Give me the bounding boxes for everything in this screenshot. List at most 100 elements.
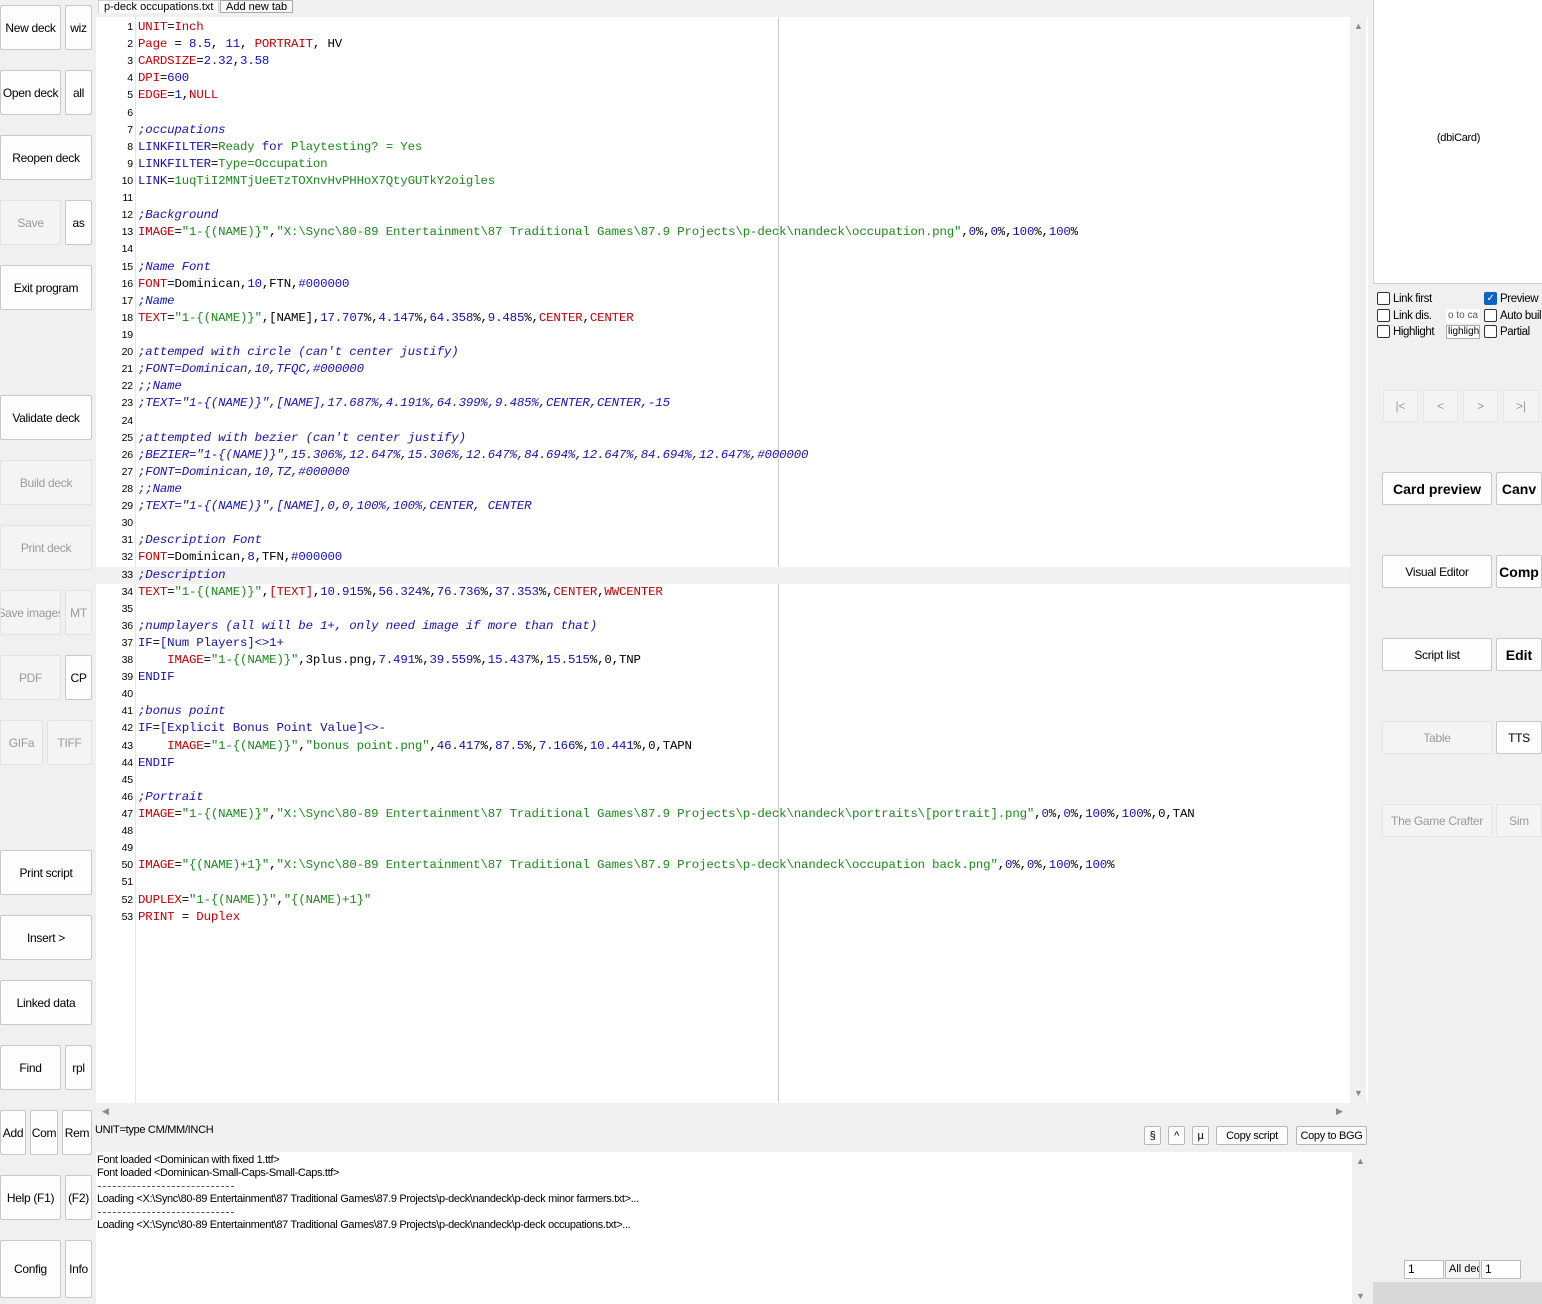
code-line[interactable]: 22 ;;Name [96,378,1350,395]
editor-horizontal-scrollbar[interactable]: ◀ ▶ [96,1103,1350,1119]
code-line[interactable]: 46 ;Portrait [96,789,1350,806]
preview-checkbox[interactable]: ✓ Preview [1484,292,1542,305]
code-line[interactable]: 53 PRINT = Duplex [96,909,1350,926]
print-deck-button[interactable]: Print deck [0,525,92,570]
validate-deck-button[interactable]: Validate deck [0,395,92,440]
code-line[interactable]: 34 TEXT="1-{(NAME)}",[TEXT],10.915%,56.32… [96,584,1350,601]
code-line[interactable]: 40 [96,686,1350,703]
scroll-up-icon[interactable]: ▲ [1356,1156,1365,1166]
scroll-up-icon[interactable]: ▲ [1354,21,1363,31]
code-line[interactable]: 31 ;Description Font [96,532,1350,549]
checkbox-icon[interactable] [1484,309,1497,322]
caret-button[interactable]: ^ [1168,1126,1185,1145]
tts-button[interactable]: TTS [1496,721,1542,754]
script-list-button[interactable]: Script list [1382,638,1492,671]
visual-editor-button[interactable]: Visual Editor [1382,555,1492,588]
save-images-button[interactable]: Save images [0,590,61,635]
build-deck-button[interactable]: Build deck [0,460,92,505]
config-button[interactable]: Config [0,1240,61,1298]
code-line[interactable]: 47 IMAGE="1-{(NAME)}","X:\Sync\80-89 Ente… [96,806,1350,823]
mt-button[interactable]: MT [65,590,92,635]
sim-button[interactable]: Sim [1496,804,1542,837]
code-line[interactable]: 41 ;bonus point [96,703,1350,720]
link-dis-checkbox[interactable]: Link dis. [1377,309,1443,322]
tiff-button[interactable]: TIFF [47,720,92,765]
code-line[interactable]: 29 ;TEXT="1-{(NAME)}",[NAME],0,0,100%,100… [96,498,1350,515]
open-deck-button[interactable]: Open deck [0,70,61,115]
reopen-deck-button[interactable]: Reopen deck [0,135,92,180]
first-card-button[interactable]: |< [1383,390,1418,422]
card-preview-button[interactable]: Card preview [1382,472,1492,505]
code-line[interactable]: 45 [96,772,1350,789]
exit-program-button[interactable]: Exit program [0,265,92,310]
edit-button[interactable]: Edit [1496,638,1542,671]
code-line[interactable]: 9 LINKFILTER=Type=Occupation [96,156,1350,173]
add-new-tab-button[interactable]: Add new tab [220,0,294,13]
replace-button[interactable]: rpl [65,1045,92,1090]
tab-occupations[interactable]: p-deck occupations.txt [98,0,220,13]
checkbox-icon[interactable] [1484,325,1497,338]
code-line[interactable]: 12 ;Background [96,207,1350,224]
print-script-button[interactable]: Print script [0,850,92,895]
auto-build-checkbox[interactable]: Auto buil [1484,309,1542,322]
editor-vertical-scrollbar[interactable]: ▲ ▼ [1350,17,1366,1103]
code-line[interactable]: 51 [96,874,1350,891]
code-line[interactable]: 26 ;BEZIER="1-{(NAME)}",15.306%,12.647%,1… [96,447,1350,464]
open-all-button[interactable]: all [65,70,92,115]
code-line[interactable]: 35 [96,601,1350,618]
partial-checkbox[interactable]: Partial [1484,325,1542,338]
prev-card-button[interactable]: < [1423,390,1458,422]
copy-to-bgg-button[interactable]: Copy to BGG [1296,1126,1367,1145]
code-line[interactable]: 2 Page = 8.5, 11, PORTRAIT, HV [96,36,1350,53]
code-line[interactable]: 1 UNIT=Inch [96,19,1350,36]
checkbox-icon[interactable]: ✓ [1484,292,1497,305]
all-decks-button[interactable]: All deck [1445,1260,1480,1279]
pdf-button[interactable]: PDF [0,655,61,700]
code-line[interactable]: 7 ;occupations [96,122,1350,139]
code-line[interactable]: 10 LINK=1uqTiI2MNTjUeETzTOXnvHvPHHoX7QtyG… [96,173,1350,190]
code-line[interactable]: 37 IF=[Num Players]<>1+ [96,635,1350,652]
comment-button[interactable]: Com [30,1110,58,1155]
code-line[interactable]: 8 LINKFILTER=Ready for Playtesting? = Yes [96,139,1350,156]
code-line[interactable]: 23 ;TEXT="1-{(NAME)}",[NAME],17.687%,4.19… [96,395,1350,412]
save-button[interactable]: Save [0,200,61,245]
help-button[interactable]: Help (F1) [0,1175,61,1220]
add-button[interactable]: Add [0,1110,26,1155]
code-line[interactable]: 28 ;;Name [96,481,1350,498]
code-line[interactable]: 43 IMAGE="1-{(NAME)}","bonus point.png",… [96,738,1350,755]
scroll-right-icon[interactable]: ▶ [1336,1106,1343,1116]
link-dis-field[interactable]: o to ca [1446,309,1480,323]
game-crafter-button[interactable]: The Game Crafter [1382,804,1492,837]
checkbox-icon[interactable] [1377,292,1390,305]
scroll-left-icon[interactable]: ◀ [102,1106,109,1116]
new-deck-button[interactable]: New deck [0,5,61,50]
code-line[interactable]: 32 FONT=Dominican,8,TFN,#000000 [96,549,1350,566]
code-line[interactable]: 13 IMAGE="1-{(NAME)}","X:\Sync\80-89 Ente… [96,224,1350,241]
code-line[interactable]: 3 CARDSIZE=2.32,3.58 [96,53,1350,70]
linked-data-button[interactable]: Linked data [0,980,92,1025]
code-line[interactable]: 16 FONT=Dominican,10,FTN,#000000 [96,276,1350,293]
link-first-checkbox[interactable]: Link first [1377,292,1443,305]
checkbox-icon[interactable] [1377,325,1390,338]
code-line[interactable]: 33 ;Description [96,566,1350,584]
code-line[interactable]: 11 [96,190,1350,207]
code-line[interactable]: 24 [96,413,1350,430]
code-line[interactable]: 27 ;FONT=Dominican,10,TZ,#000000 [96,464,1350,481]
canvas-button[interactable]: Canv [1496,472,1542,505]
range-from-input[interactable]: 1 [1404,1260,1444,1279]
gifa-button[interactable]: GIFa [0,720,43,765]
code-line[interactable]: 50 IMAGE="{(NAME)+1}","X:\Sync\80-89 Ente… [96,857,1350,874]
section-button[interactable]: § [1144,1126,1161,1145]
log-vertical-scrollbar[interactable]: ▲ ▼ [1352,1152,1368,1304]
remove-button[interactable]: Rem [62,1110,92,1155]
code-line[interactable]: 36 ;numplayers (all will be 1+, only need… [96,618,1350,635]
code-line[interactable]: 4 DPI=600 [96,70,1350,87]
code-line[interactable]: 52 DUPLEX="1-{(NAME)}","{(NAME)+1}" [96,892,1350,909]
insert-button[interactable]: Insert > [0,915,92,960]
cp-button[interactable]: CP [65,655,92,700]
table-button[interactable]: Table [1382,721,1492,754]
code-line[interactable]: 15 ;Name Font [96,259,1350,276]
highlight-checkbox[interactable]: Highlight [1377,325,1443,338]
code-line[interactable]: 25 ;attempted with bezier (can't center j… [96,430,1350,447]
wizard-button[interactable]: wiz [65,5,92,50]
